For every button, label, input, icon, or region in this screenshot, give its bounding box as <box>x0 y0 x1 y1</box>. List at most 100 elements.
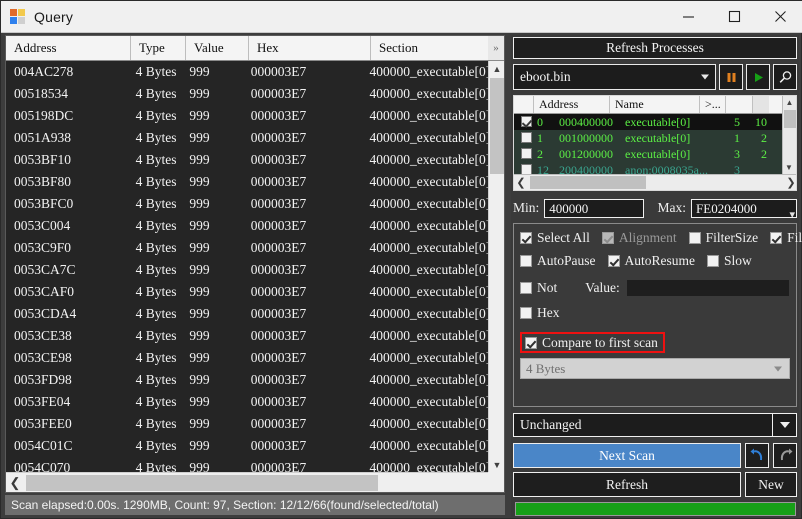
results-horizontal-scrollbar[interactable]: ❮ ❯ <box>6 472 504 492</box>
table-row[interactable]: 0053BF80 4 Bytes 999 000003E7 400000_executa… <box>6 171 488 193</box>
table-row[interactable]: 0053CAF0 4 Bytes 999 000003E7 400000_executa… <box>6 281 488 303</box>
region-vertical-scrollbar[interactable]: ▲ ▼ <box>782 96 796 174</box>
new-button[interactable]: New <box>745 472 797 497</box>
region-column-check[interactable] <box>514 96 534 113</box>
table-row[interactable]: 005198DC 4 Bytes 999 000003E7 400000_executa… <box>6 105 488 127</box>
table-row[interactable]: 0054C070 4 Bytes 999 000003E7 400000_executa… <box>6 457 488 473</box>
close-button[interactable] <box>757 1 802 33</box>
region-scroll-right-icon[interactable]: ❯ <box>784 176 796 189</box>
refresh-processes-button[interactable]: Refresh Processes <box>513 37 797 59</box>
select-all-label[interactable]: Select All <box>537 230 590 246</box>
results-vertical-scrollbar[interactable]: ▲ ▼ <box>488 61 504 473</box>
results-table-body[interactable]: 004AC278 4 Bytes 999 000003E7 400000_executa… <box>6 61 488 473</box>
play-icon <box>754 72 763 82</box>
compare-to-first-scan-checkbox[interactable] <box>525 336 537 349</box>
maximize-button[interactable] <box>711 1 757 33</box>
scroll-down-icon[interactable]: ▼ <box>489 457 505 473</box>
auto-pause-checkbox[interactable] <box>520 254 532 267</box>
header-overflow-icon[interactable]: » <box>488 36 504 60</box>
region-row-checkbox-cell[interactable] <box>514 146 534 162</box>
search-button[interactable] <box>773 64 797 90</box>
table-row[interactable]: 0053FD98 4 Bytes 999 000003E7 400000_executa… <box>6 369 488 391</box>
min-input[interactable]: 400000 <box>544 198 644 218</box>
filter-size-label[interactable]: FilterSize <box>706 230 759 246</box>
pause-button[interactable] <box>719 64 743 90</box>
column-header-address[interactable]: Address <box>6 36 131 60</box>
play-button[interactable] <box>746 64 770 90</box>
results-hscroll-thumb[interactable] <box>26 474 378 491</box>
region-row-checkbox[interactable] <box>521 132 532 143</box>
compare-to-first-scan-label[interactable]: Compare to first scan <box>542 335 658 351</box>
table-row[interactable]: 0053BF10 4 Bytes 999 000003E7 400000_executa… <box>6 149 488 171</box>
select-all-checkbox[interactable] <box>520 231 532 244</box>
next-scan-button[interactable]: Next Scan <box>513 443 741 468</box>
filter-size-checkbox[interactable] <box>688 231 701 244</box>
table-row[interactable]: 0053C9F0 4 Bytes 999 000003E7 400000_executa… <box>6 237 488 259</box>
value-input[interactable] <box>625 278 790 297</box>
region-row[interactable]: 2 001200000 executable[0] 3 2 <box>514 146 796 162</box>
region-column-name[interactable]: Name <box>610 96 700 113</box>
region-horizontal-scrollbar[interactable]: ❮ ❯ <box>514 174 796 190</box>
table-row[interactable]: 0053BFC0 4 Bytes 999 000003E7 400000_executa… <box>6 193 488 215</box>
table-row[interactable]: 0053C004 4 Bytes 999 000003E7 400000_executa… <box>6 215 488 237</box>
table-row[interactable]: 0053FE04 4 Bytes 999 000003E7 400000_executa… <box>6 391 488 413</box>
region-row-checkbox[interactable] <box>521 116 532 127</box>
filter-checkbox[interactable] <box>770 231 783 244</box>
scan-condition-dropdown-button[interactable] <box>772 414 796 436</box>
slow-label[interactable]: Slow <box>724 253 752 269</box>
region-row-checkbox[interactable] <box>521 148 532 159</box>
region-column-extra[interactable] <box>726 96 753 113</box>
chevron-down-small-icon: ▾ <box>789 208 795 218</box>
table-row[interactable]: 0053CDA4 4 Bytes 999 000003E7 400000_executa… <box>6 303 488 325</box>
table-row[interactable]: 0053CE38 4 Bytes 999 000003E7 400000_executa… <box>6 325 488 347</box>
region-scroll-up-icon[interactable]: ▲ <box>783 96 796 109</box>
region-vscroll-thumb[interactable] <box>784 110 796 128</box>
scroll-left-icon[interactable]: ❮ <box>6 474 24 492</box>
table-row[interactable]: 0053FEE0 4 Bytes 999 000003E7 400000_executa… <box>6 413 488 435</box>
region-column-count[interactable]: >... <box>700 96 726 113</box>
hex-label[interactable]: Hex <box>537 305 560 321</box>
auto-pause-label[interactable]: AutoPause <box>537 253 596 269</box>
region-scroll-down-icon[interactable]: ▼ <box>783 161 795 174</box>
alignment-checkbox[interactable] <box>601 231 614 244</box>
refresh-button[interactable]: Refresh <box>513 472 741 497</box>
alignment-label[interactable]: Alignment <box>619 230 677 246</box>
column-header-type[interactable]: Type <box>131 36 186 60</box>
table-row[interactable]: 0053CE98 4 Bytes 999 000003E7 400000_executa… <box>6 347 488 369</box>
table-row[interactable]: 0051A938 4 Bytes 999 000003E7 400000_executa… <box>6 127 488 149</box>
results-vscroll-thumb[interactable] <box>490 78 504 174</box>
compare-to-first-scan-group[interactable]: Compare to first scan <box>520 332 665 353</box>
max-input[interactable]: FE0204000 ▾ <box>691 198 797 218</box>
table-row[interactable]: 0053CA7C 4 Bytes 999 000003E7 400000_executa… <box>6 259 488 281</box>
scan-condition-combobox[interactable]: Unchanged <box>513 413 797 437</box>
column-header-value[interactable]: Value <box>186 36 249 60</box>
minimize-button[interactable] <box>665 1 711 33</box>
undo-button[interactable] <box>745 443 769 468</box>
not-checkbox[interactable] <box>520 281 532 294</box>
filter-label[interactable]: Filter <box>787 230 802 246</box>
redo-button[interactable] <box>773 443 797 468</box>
region-column-address[interactable]: Address <box>534 96 610 113</box>
region-row-checkbox-cell[interactable] <box>514 114 534 130</box>
auto-resume-label[interactable]: AutoResume <box>625 253 696 269</box>
region-row[interactable]: 0 000400000 executable[0] 5 10 <box>514 114 796 130</box>
scroll-up-icon[interactable]: ▲ <box>489 61 505 77</box>
value-size-combobox[interactable]: 4 Bytes <box>520 358 790 379</box>
process-combobox[interactable]: eboot.bin <box>513 64 716 90</box>
hex-checkbox[interactable] <box>520 306 532 319</box>
table-row[interactable]: 004AC278 4 Bytes 999 000003E7 400000_executa… <box>6 61 488 83</box>
region-scroll-left-icon[interactable]: ❮ <box>514 176 528 189</box>
column-header-section[interactable]: Section <box>371 36 489 60</box>
column-header-hex[interactable]: Hex <box>249 36 371 60</box>
table-row[interactable]: 0054C01C 4 Bytes 999 000003E7 400000_executa… <box>6 435 488 457</box>
slow-checkbox[interactable] <box>707 254 719 267</box>
memory-region-table[interactable]: Address Name >... 0 000400000 executable[0… <box>513 95 797 191</box>
region-row-index: 1 <box>537 131 543 145</box>
region-row[interactable]: 1 001000000 executable[0] 1 2 <box>514 130 796 146</box>
region-row-checkbox-cell[interactable] <box>514 130 534 146</box>
not-label[interactable]: Not <box>537 280 557 296</box>
region-hscroll-thumb[interactable] <box>530 176 646 189</box>
table-row[interactable]: 00518534 4 Bytes 999 000003E7 400000_executa… <box>6 83 488 105</box>
auto-resume-checkbox[interactable] <box>607 254 620 267</box>
cell-hex: 000003E7 <box>250 262 307 277</box>
